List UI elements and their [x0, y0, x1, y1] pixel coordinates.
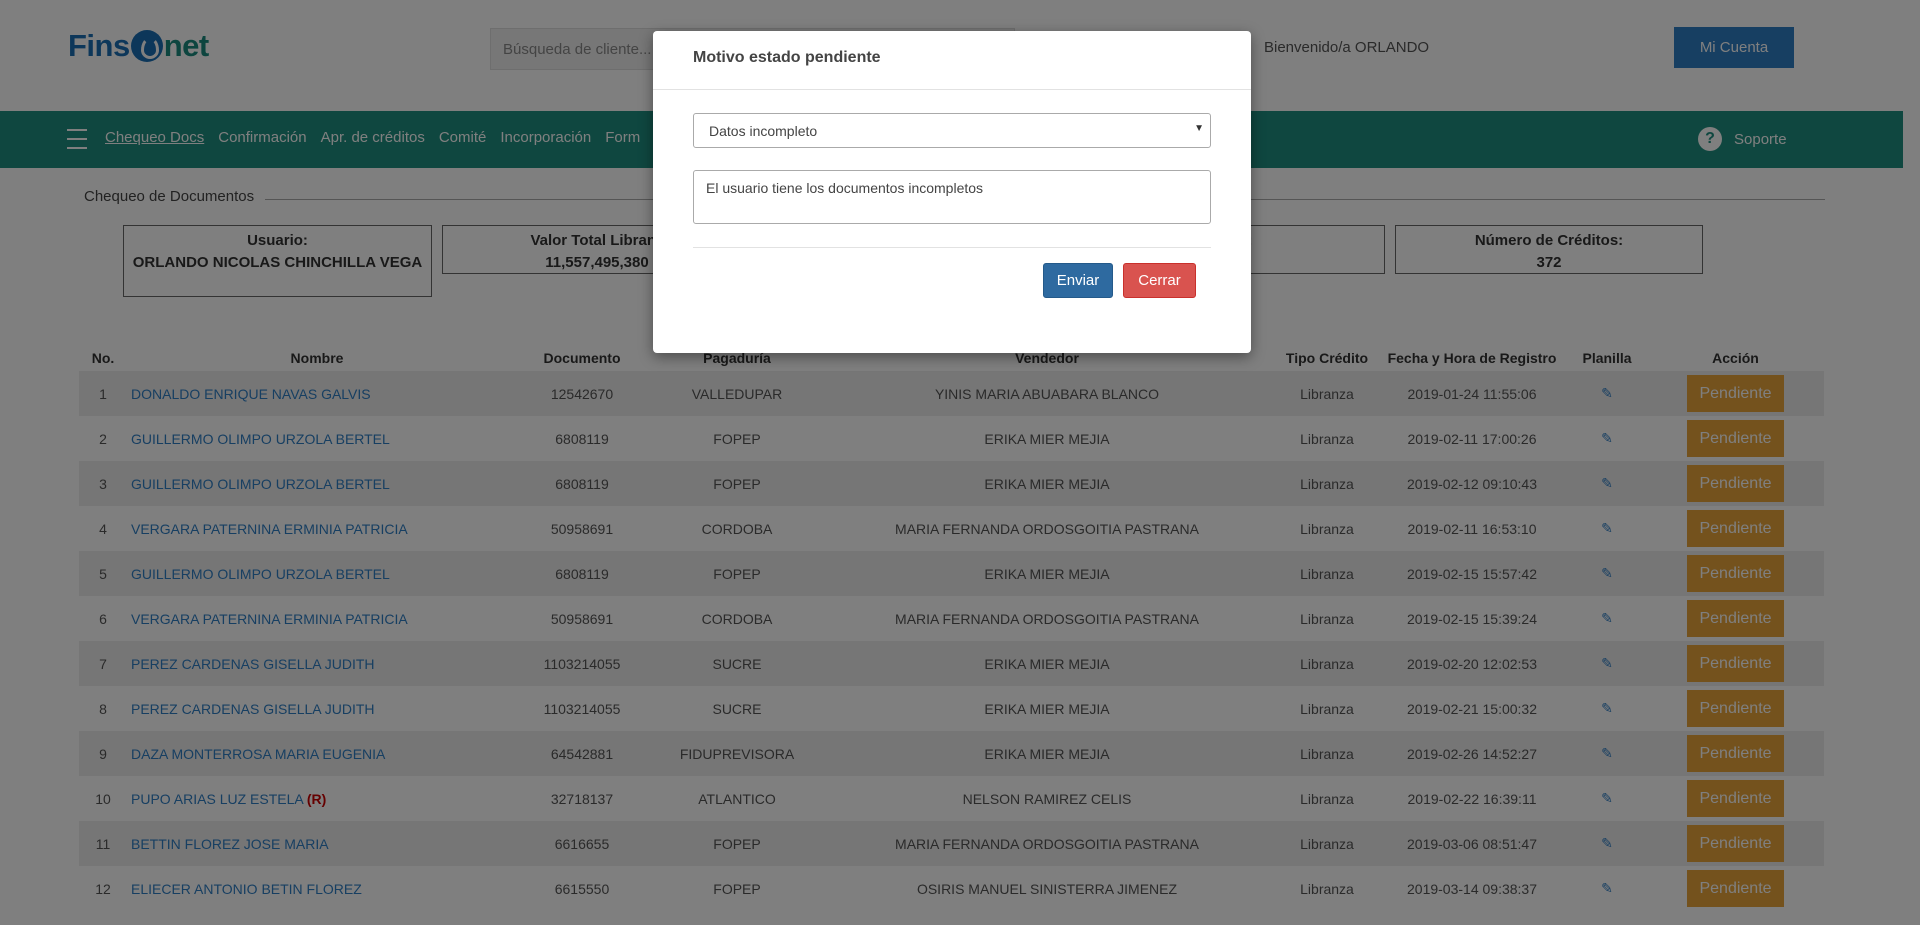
close-button[interactable]: Cerrar — [1123, 263, 1196, 298]
reason-select-value: Datos incompleto — [709, 123, 818, 139]
pending-reason-modal: Motivo estado pendiente Datos incompleto… — [653, 31, 1251, 353]
reason-textarea[interactable]: El usuario tiene los documentos incomple… — [693, 170, 1211, 224]
send-button[interactable]: Enviar — [1043, 263, 1113, 298]
modal-footer-divider — [693, 247, 1211, 248]
reason-select[interactable]: Datos incompleto ▼ — [693, 113, 1211, 148]
modal-title: Motivo estado pendiente — [693, 49, 881, 66]
caret-down-icon: ▼ — [1194, 123, 1204, 134]
modal-header-divider — [653, 89, 1251, 90]
